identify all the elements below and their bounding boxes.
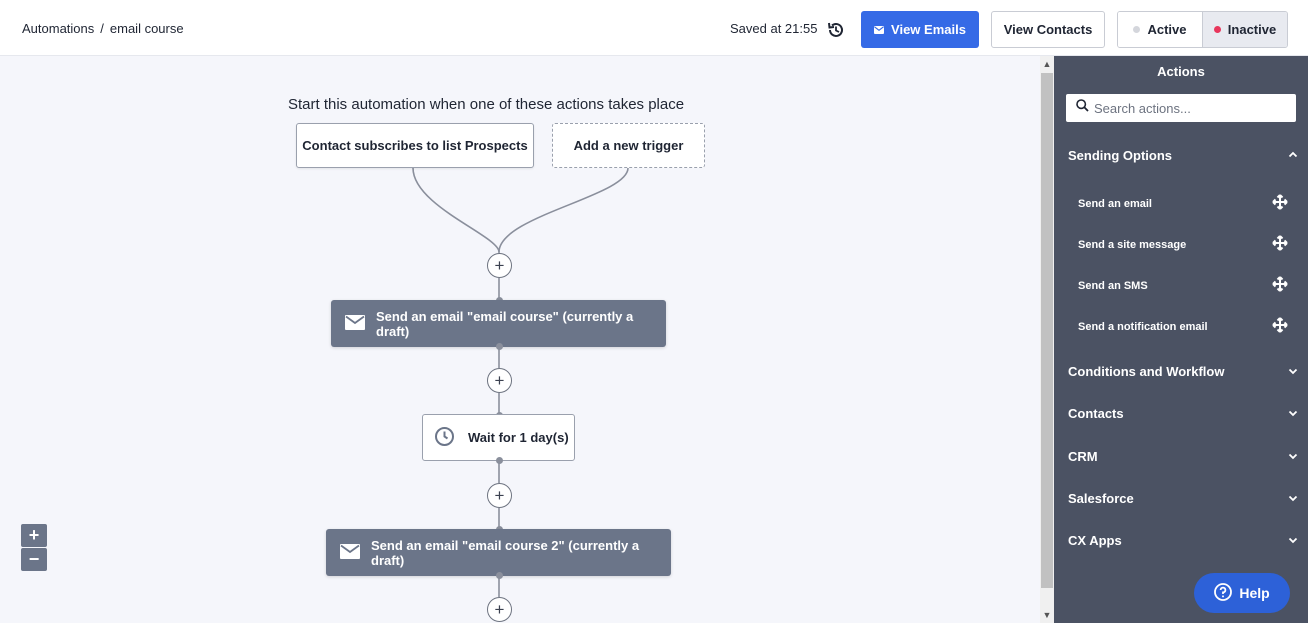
section-label: CRM xyxy=(1068,449,1098,464)
scrollbar-thumb[interactable] xyxy=(1041,73,1053,588)
trigger-heading: Start this automation when one of these … xyxy=(288,96,685,113)
zoom-in-button[interactable]: + xyxy=(21,524,47,547)
breadcrumb: Automations / email course xyxy=(22,21,184,36)
section-label: Conditions and Workflow xyxy=(1068,364,1225,379)
section-salesforce[interactable]: Salesforce xyxy=(1068,491,1298,506)
breadcrumb-automations-link[interactable]: Automations xyxy=(22,21,94,36)
connector-dot xyxy=(496,457,503,464)
trigger-node[interactable]: Contact subscribes to list Prospects xyxy=(296,123,534,168)
inactive-label: Inactive xyxy=(1227,22,1277,37)
email-step-label: Send an email "email course 2" (currentl… xyxy=(371,537,640,568)
section-label: Sending Options xyxy=(1068,148,1172,163)
active-toggle-button[interactable]: Active xyxy=(1118,12,1203,47)
email-step-label: Send an email "email course" (currently … xyxy=(376,308,634,339)
status-toggle: Active Inactive xyxy=(1117,11,1288,48)
view-emails-button[interactable]: View Emails xyxy=(861,11,979,48)
wait-step-node[interactable]: Wait for 1 day(s) xyxy=(422,414,575,461)
actions-sidebar: Actions Sending Options Send an email Se… xyxy=(1054,56,1308,623)
breadcrumb-current: email course xyxy=(109,21,184,36)
envelope-icon xyxy=(345,314,365,333)
search-box xyxy=(1066,94,1296,122)
search-actions-input[interactable] xyxy=(1094,100,1284,116)
sidebar-title: Actions xyxy=(1157,64,1205,79)
history-icon[interactable] xyxy=(826,20,846,40)
action-send-notification-email[interactable]: Send a notification email xyxy=(1078,317,1288,336)
envelope-icon xyxy=(340,543,360,562)
chevron-down-icon xyxy=(1288,533,1298,548)
section-label: CX Apps xyxy=(1068,533,1122,548)
section-crm[interactable]: CRM xyxy=(1068,449,1298,464)
add-step-button[interactable]: + xyxy=(487,253,512,278)
search-icon xyxy=(1076,99,1089,117)
email-step-node[interactable]: Send an email "email course 2" (currentl… xyxy=(326,529,671,576)
inactive-status-dot xyxy=(1213,26,1221,33)
view-emails-label: View Emails xyxy=(891,22,966,37)
section-label: Salesforce xyxy=(1068,491,1134,506)
action-label: Send a site message xyxy=(1078,238,1187,251)
active-status-dot xyxy=(1133,26,1141,33)
automation-canvas[interactable]: Start this automation when one of these … xyxy=(0,56,1040,623)
chevron-down-icon xyxy=(1288,364,1298,379)
chevron-down-icon xyxy=(1288,491,1298,506)
help-label: Help xyxy=(1239,585,1270,601)
envelope-icon xyxy=(874,22,885,37)
zoom-out-button[interactable]: − xyxy=(21,548,47,571)
add-trigger-button[interactable]: Add a new trigger xyxy=(552,123,705,168)
clock-icon xyxy=(434,426,455,450)
action-label: Send an SMS xyxy=(1078,279,1148,292)
connector-dot xyxy=(496,572,503,579)
action-send-site-message[interactable]: Send a site message xyxy=(1078,235,1288,254)
move-icon[interactable] xyxy=(1272,235,1288,254)
saved-status: Saved at 21:55 xyxy=(730,21,818,36)
connector-dot xyxy=(496,343,503,350)
section-sending-options[interactable]: Sending Options xyxy=(1068,148,1298,163)
top-bar: Automations / email course Saved at 21:5… xyxy=(0,0,1308,56)
add-step-button[interactable]: + xyxy=(487,368,512,393)
section-contacts[interactable]: Contacts xyxy=(1068,406,1298,421)
move-icon[interactable] xyxy=(1272,194,1288,213)
section-conditions-workflow[interactable]: Conditions and Workflow xyxy=(1068,364,1298,379)
add-step-button[interactable]: + xyxy=(487,483,512,508)
canvas-scrollbar[interactable]: ▲ ▼ xyxy=(1040,56,1054,623)
section-cx-apps[interactable]: CX Apps xyxy=(1068,533,1298,548)
action-send-sms[interactable]: Send an SMS xyxy=(1078,276,1288,295)
action-label: Send a notification email xyxy=(1078,320,1208,333)
email-step-node[interactable]: Send an email "email course" (currently … xyxy=(331,300,666,347)
scroll-up-arrow-icon[interactable]: ▲ xyxy=(1040,56,1054,72)
breadcrumb-separator: / xyxy=(100,21,104,36)
action-send-email[interactable]: Send an email xyxy=(1078,194,1288,213)
section-label: Contacts xyxy=(1068,406,1124,421)
move-icon[interactable] xyxy=(1272,317,1288,336)
scroll-down-arrow-icon[interactable]: ▼ xyxy=(1040,607,1054,623)
add-step-button[interactable]: + xyxy=(487,597,512,622)
question-icon xyxy=(1214,582,1233,604)
chevron-down-icon xyxy=(1288,406,1298,421)
wait-step-label: Wait for 1 day(s) xyxy=(468,430,569,445)
chevron-down-icon xyxy=(1288,449,1298,464)
inactive-toggle-button[interactable]: Inactive xyxy=(1203,12,1287,47)
move-icon[interactable] xyxy=(1272,276,1288,295)
chevron-up-icon xyxy=(1288,148,1298,163)
help-button[interactable]: Help xyxy=(1194,573,1290,613)
active-label: Active xyxy=(1147,22,1187,37)
action-label: Send an email xyxy=(1078,197,1152,210)
view-contacts-button[interactable]: View Contacts xyxy=(991,11,1105,48)
